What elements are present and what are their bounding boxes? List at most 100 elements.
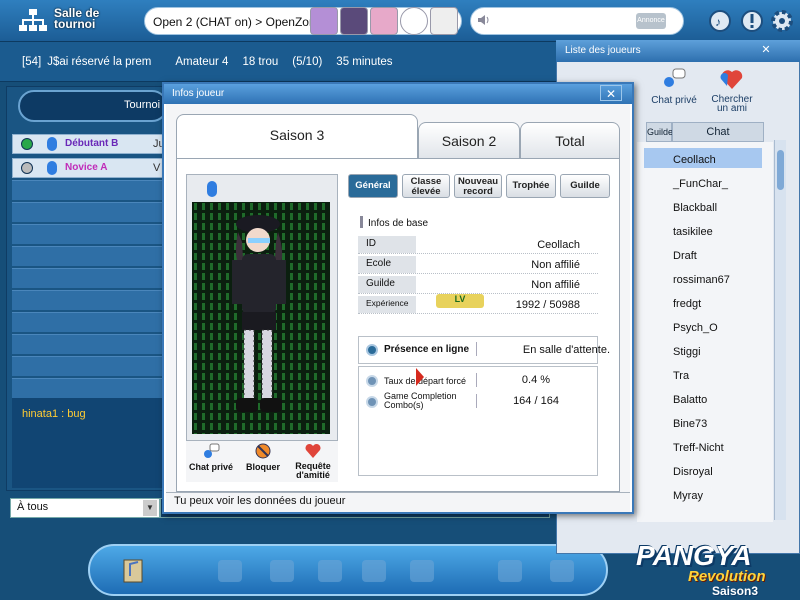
toolbar-icon[interactable]	[318, 560, 342, 582]
stat-icon	[366, 396, 378, 408]
presence-icon	[366, 344, 378, 356]
players-window-title: Liste des joueurs	[565, 45, 641, 56]
close-icon[interactable]: ✕	[758, 43, 774, 57]
field-value: Ceollach	[537, 239, 580, 251]
tab-nouveau-record[interactable]: Nouveau record	[454, 174, 502, 198]
toolbar-icon[interactable]	[410, 560, 434, 582]
toolbar-icon[interactable]	[498, 560, 522, 582]
list-item[interactable]: Psych_O	[673, 322, 718, 334]
music-settings-icon[interactable]: ♪	[708, 9, 732, 33]
chat-bubble-icon	[664, 68, 686, 87]
empty-slot	[12, 202, 172, 222]
tab-general[interactable]: Général	[348, 174, 398, 198]
list-item[interactable]: Stiggi	[673, 346, 701, 358]
chevron-down-icon: ▼	[143, 500, 157, 516]
chat-scope-select[interactable]: À tous ▼	[10, 498, 160, 518]
heart-icon	[720, 70, 743, 89]
tab-guilde[interactable]: Guilde	[560, 174, 610, 198]
empty-slot	[12, 356, 172, 376]
main-toolbar	[88, 544, 608, 596]
section-marker	[360, 216, 363, 228]
empty-slot	[12, 224, 172, 244]
stat-value: 164 / 164	[513, 395, 559, 407]
column-header-guild[interactable]: Guilde	[646, 122, 673, 142]
svg-text:♪: ♪	[715, 15, 721, 29]
divider	[476, 373, 477, 387]
player-avatar[interactable]	[370, 7, 398, 35]
scrollbar-thumb[interactable]	[777, 150, 784, 190]
player-row[interactable]: Novice A V	[12, 158, 172, 178]
player-row[interactable]: Débutant B Ju	[12, 134, 172, 154]
tab-classe-elevee[interactable]: Classe élevée	[402, 174, 450, 198]
info-window-title: Infos joueur	[172, 88, 225, 99]
column-header-chat[interactable]: Chat	[672, 122, 764, 142]
info-window-titlebar[interactable]	[164, 84, 632, 104]
player-avatar[interactable]	[340, 7, 368, 35]
block-icon	[255, 443, 271, 459]
list-item[interactable]: fredgt	[673, 298, 701, 310]
player-rank: Novice A	[65, 162, 108, 173]
player-avatar[interactable]	[400, 7, 428, 35]
pangya-logo-season: Saison3	[712, 584, 759, 598]
list-item[interactable]: tasikilee	[673, 226, 713, 238]
stat-label: Game Completion Combo(s)	[384, 391, 457, 410]
announce-button[interactable]: Annonce	[636, 13, 666, 29]
private-chat-button[interactable]: Chat privé	[186, 442, 236, 482]
list-item[interactable]: Blackball	[673, 202, 717, 214]
player-extra: V	[153, 162, 161, 174]
status-text: Tu peux voir les données du joueur	[174, 495, 346, 507]
field-value: 1992 / 50988	[515, 299, 580, 311]
tab-trophee[interactable]: Trophée	[506, 174, 556, 198]
list-item[interactable]: Disroyal	[673, 466, 713, 478]
block-button[interactable]: Bloquer	[238, 442, 288, 482]
empty-slot	[12, 290, 172, 310]
mouse-cursor-icon	[416, 368, 424, 386]
empty-slot	[12, 378, 172, 398]
list-item[interactable]: Bine73	[673, 418, 707, 430]
character-illustration	[192, 202, 330, 434]
user-icon	[47, 161, 57, 175]
player-avatar[interactable]	[430, 7, 458, 35]
player-rank: Débutant B	[65, 138, 119, 149]
list-item[interactable]: Balatto	[673, 394, 707, 406]
ready-icon	[21, 138, 33, 150]
list-item[interactable]: Tra	[673, 370, 689, 382]
presence-value: En salle d'attente.	[522, 344, 610, 356]
list-item[interactable]: rossiman67	[673, 274, 730, 286]
page-title: Salle de tournoi	[54, 6, 100, 31]
list-item[interactable]: Draft	[673, 250, 697, 262]
tab-season-3[interactable]: Saison 3	[176, 114, 418, 160]
tab-total[interactable]: Total	[520, 122, 620, 158]
empty-slot	[12, 246, 172, 266]
toolbar-icon[interactable]	[362, 560, 386, 582]
friend-request-button[interactable]: Requête d'amitié	[288, 442, 338, 482]
player-avatar[interactable]	[310, 7, 338, 35]
toolbar-icon[interactable]	[550, 560, 574, 582]
tournament-tree-icon	[19, 9, 47, 31]
list-item[interactable]: Treff-Nicht	[673, 442, 724, 454]
presence-label: Présence en ligne	[384, 344, 470, 355]
heart-icon	[305, 443, 321, 458]
private-chat-button[interactable]: Chat privé	[644, 66, 704, 118]
alert-icon[interactable]	[740, 9, 764, 33]
toolbar-icon[interactable]	[270, 560, 294, 582]
toolbar-icon[interactable]	[218, 560, 242, 582]
user-icon	[47, 137, 57, 151]
chat-message: hinata1 : bug	[22, 408, 86, 420]
stat-value: 0.4 %	[521, 374, 551, 386]
close-icon[interactable]: ✕	[600, 85, 622, 101]
room-info-text: [54] J$ai réservé la prem Amateur 4 18 trou…	[22, 56, 393, 68]
list-item[interactable]: Ceollach	[673, 154, 716, 166]
empty-slot	[12, 334, 172, 354]
divider	[476, 394, 477, 408]
players-scrollbar[interactable]	[774, 140, 786, 520]
music-note-icon[interactable]	[122, 556, 146, 584]
chat-bubble-icon	[204, 443, 220, 458]
tab-season-2[interactable]: Saison 2	[418, 122, 520, 158]
stat-label: Taux de départ forcé	[384, 376, 467, 386]
list-item[interactable]: _FunChar_	[673, 178, 728, 190]
find-friend-button[interactable]: Chercher un ami	[702, 66, 762, 118]
list-item[interactable]: Myray	[673, 490, 703, 502]
speaker-icon	[478, 15, 489, 25]
gear-icon[interactable]	[770, 9, 794, 33]
